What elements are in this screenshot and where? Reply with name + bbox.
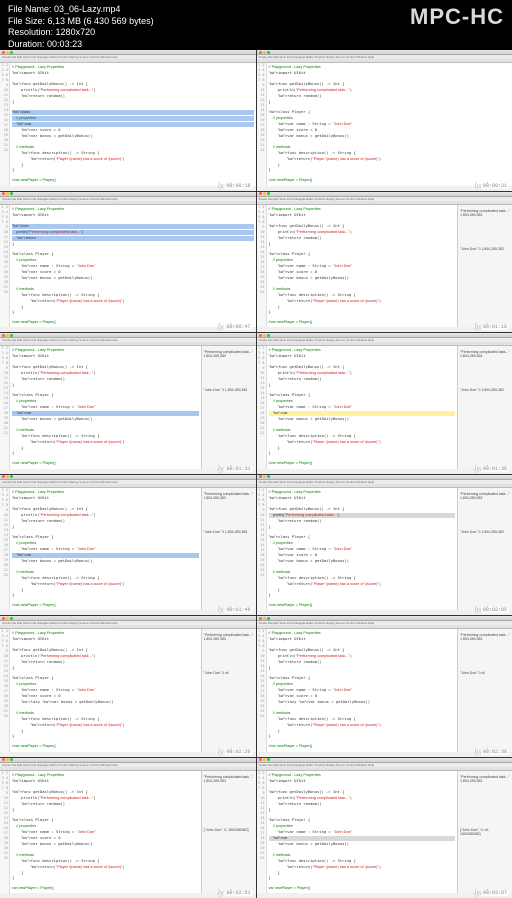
- maximize-icon[interactable]: [10, 51, 13, 54]
- timestamp: 00:01:46: [224, 607, 252, 613]
- maximize-icon[interactable]: [267, 475, 270, 478]
- timestamp: 00:00:18: [224, 183, 252, 189]
- close-icon[interactable]: [2, 192, 5, 195]
- results-sidebar: "Performing complicated task..."1,804,28…: [201, 629, 256, 752]
- timestamp: 00:01:18: [481, 324, 509, 330]
- results-sidebar: "Performing complicated task..."1,804,28…: [457, 771, 512, 894]
- video-frame[interactable]: Xcode File Edit View Find Navigate Edito…: [257, 758, 512, 898]
- code-editor[interactable]: // Playground - Lazy Properties "kw">imp…: [267, 771, 458, 894]
- code-editor[interactable]: // Playground - Lazy Properties "kw">imp…: [10, 629, 201, 752]
- close-icon[interactable]: [2, 334, 5, 337]
- timestamp: 00:01:38: [481, 466, 509, 472]
- results-sidebar: "Performing complicated task..."1,804,28…: [457, 488, 512, 611]
- line-gutter: 1 2 3 4 5 6 7 8 9 10 11 12 13 14 15 16 1…: [0, 346, 10, 469]
- close-icon[interactable]: [2, 475, 5, 478]
- maximize-icon[interactable]: [267, 617, 270, 620]
- line-gutter: 1 2 3 4 5 6 7 8 9 10 11 12 13 14 15 16 1…: [257, 346, 267, 469]
- line-gutter: 1 2 3 4 5 6 7 8 9 10 11 12 13 14 15 16 1…: [0, 771, 10, 894]
- maximize-icon[interactable]: [10, 617, 13, 620]
- line-gutter: 1 2 3 4 5 6 7 8 9 10 11 12 13 14 15 16 1…: [0, 488, 10, 611]
- line-gutter: 1 2 3 4 5 6 7 8 9 10 11 12 13 14 15 16 1…: [0, 63, 10, 186]
- code-editor[interactable]: // Playground - Lazy Properties "kw">imp…: [10, 771, 201, 894]
- minimize-icon[interactable]: [6, 758, 9, 761]
- timestamp: 00:02:51: [224, 890, 252, 896]
- minimize-icon[interactable]: [263, 334, 266, 337]
- maximize-icon[interactable]: [10, 475, 13, 478]
- line-gutter: 1 2 3 4 5 6 7 8 9 10 11 12 13 14 15 16 1…: [0, 629, 10, 752]
- code-editor[interactable]: // Playground - Lazy Properties "kw">imp…: [267, 63, 512, 186]
- maximize-icon[interactable]: [10, 192, 13, 195]
- minimize-icon[interactable]: [263, 475, 266, 478]
- results-sidebar: "Performing complicated task..."1,804,28…: [457, 346, 512, 469]
- maximize-icon[interactable]: [267, 51, 270, 54]
- timestamp: 00:00:47: [224, 324, 252, 330]
- close-icon[interactable]: [259, 475, 262, 478]
- mpc-header: File Name: 03_06-Lazy.mp4 File Size: 6,1…: [0, 0, 512, 50]
- results-sidebar: "Performing complicated task..."1,804,28…: [201, 771, 256, 894]
- code-editor[interactable]: // Playground - Lazy Properties "kw">imp…: [10, 488, 201, 611]
- maximize-icon[interactable]: [10, 334, 13, 337]
- line-gutter: 1 2 3 4 5 6 7 8 9 10 11 12 13 14 15 16 1…: [257, 629, 267, 752]
- line-gutter: 1 2 3 4 5 6 7 8 9 10 11 12 13 14 15 16 1…: [257, 63, 267, 186]
- minimize-icon[interactable]: [263, 51, 266, 54]
- results-sidebar: "Performing complicated task..."1,804,28…: [457, 205, 512, 328]
- minimize-icon[interactable]: [263, 192, 266, 195]
- minimize-icon[interactable]: [6, 475, 9, 478]
- video-frame[interactable]: Xcode File Edit View Find Navigate Edito…: [0, 333, 256, 474]
- video-frame[interactable]: Xcode File Edit View Find Navigate Edito…: [257, 616, 512, 757]
- code-editor[interactable]: // Playground - Lazy Properties "kw">imp…: [10, 205, 256, 328]
- close-icon[interactable]: [2, 617, 5, 620]
- maximize-icon[interactable]: [267, 758, 270, 761]
- maximize-icon[interactable]: [267, 192, 270, 195]
- video-frame[interactable]: Xcode File Edit View Find Navigate Edito…: [257, 333, 512, 474]
- minimize-icon[interactable]: [6, 334, 9, 337]
- thumbnail-grid: Xcode File Edit View Find Navigate Edito…: [0, 50, 512, 898]
- code-editor[interactable]: // Playground - Lazy Properties "kw">imp…: [267, 629, 458, 752]
- results-sidebar: "Performing complicated task..."1,804,28…: [201, 488, 256, 611]
- close-icon[interactable]: [259, 617, 262, 620]
- video-frame[interactable]: Xcode File Edit View Find Navigate Edito…: [257, 50, 512, 191]
- code-editor[interactable]: // Playground - Lazy Properties "kw">imp…: [10, 63, 256, 186]
- line-gutter: 1 2 3 4 5 6 7 8 9 10 11 12 13 14 15 16 1…: [257, 205, 267, 328]
- line-gutter: 1 2 3 4 5 6 7 8 9 10 11 12 13 14 15 16 1…: [0, 205, 10, 328]
- close-icon[interactable]: [2, 758, 5, 761]
- timestamp: 00:03:07: [481, 890, 509, 896]
- app-title: MPC-HC: [410, 4, 504, 30]
- close-icon[interactable]: [259, 334, 262, 337]
- close-icon[interactable]: [259, 51, 262, 54]
- video-frame[interactable]: Xcode File Edit View Find Navigate Edito…: [0, 192, 256, 333]
- close-icon[interactable]: [259, 758, 262, 761]
- video-frame[interactable]: Xcode File Edit View Find Navigate Edito…: [0, 50, 256, 191]
- results-sidebar: "Performing complicated task..."1,804,28…: [201, 346, 256, 469]
- minimize-icon[interactable]: [6, 51, 9, 54]
- timestamp: 00:02:38: [481, 749, 509, 755]
- minimize-icon[interactable]: [6, 617, 9, 620]
- close-icon[interactable]: [2, 51, 5, 54]
- minimize-icon[interactable]: [263, 758, 266, 761]
- video-frame[interactable]: Xcode File Edit View Find Navigate Edito…: [257, 192, 512, 333]
- minimize-icon[interactable]: [6, 192, 9, 195]
- video-frame[interactable]: Xcode File Edit View Find Navigate Edito…: [0, 616, 256, 757]
- code-editor[interactable]: // Playground - Lazy Properties "kw">imp…: [267, 205, 458, 328]
- video-frame[interactable]: Xcode File Edit View Find Navigate Edito…: [0, 758, 256, 898]
- video-frame[interactable]: Xcode File Edit View Find Navigate Edito…: [257, 475, 512, 616]
- close-icon[interactable]: [259, 192, 262, 195]
- maximize-icon[interactable]: [267, 334, 270, 337]
- timestamp: 00:02:05: [481, 607, 509, 613]
- file-info: File Name: 03_06-Lazy.mp4 File Size: 6,1…: [8, 4, 154, 51]
- maximize-icon[interactable]: [10, 758, 13, 761]
- code-editor[interactable]: // Playground - Lazy Properties "kw">imp…: [10, 346, 201, 469]
- timestamp: 00:00:31: [481, 183, 509, 189]
- code-editor[interactable]: // Playground - Lazy Properties "kw">imp…: [267, 488, 458, 611]
- line-gutter: 1 2 3 4 5 6 7 8 9 10 11 12 13 14 15 16 1…: [257, 771, 267, 894]
- video-frame[interactable]: Xcode File Edit View Find Navigate Edito…: [0, 475, 256, 616]
- timestamp: 00:01:31: [224, 466, 252, 472]
- minimize-icon[interactable]: [263, 617, 266, 620]
- line-gutter: 1 2 3 4 5 6 7 8 9 10 11 12 13 14 15 16 1…: [257, 488, 267, 611]
- code-editor[interactable]: // Playground - Lazy Properties "kw">imp…: [267, 346, 458, 469]
- results-sidebar: "Performing complicated task..."1,804,28…: [457, 629, 512, 752]
- timestamp: 00:02:20: [224, 749, 252, 755]
